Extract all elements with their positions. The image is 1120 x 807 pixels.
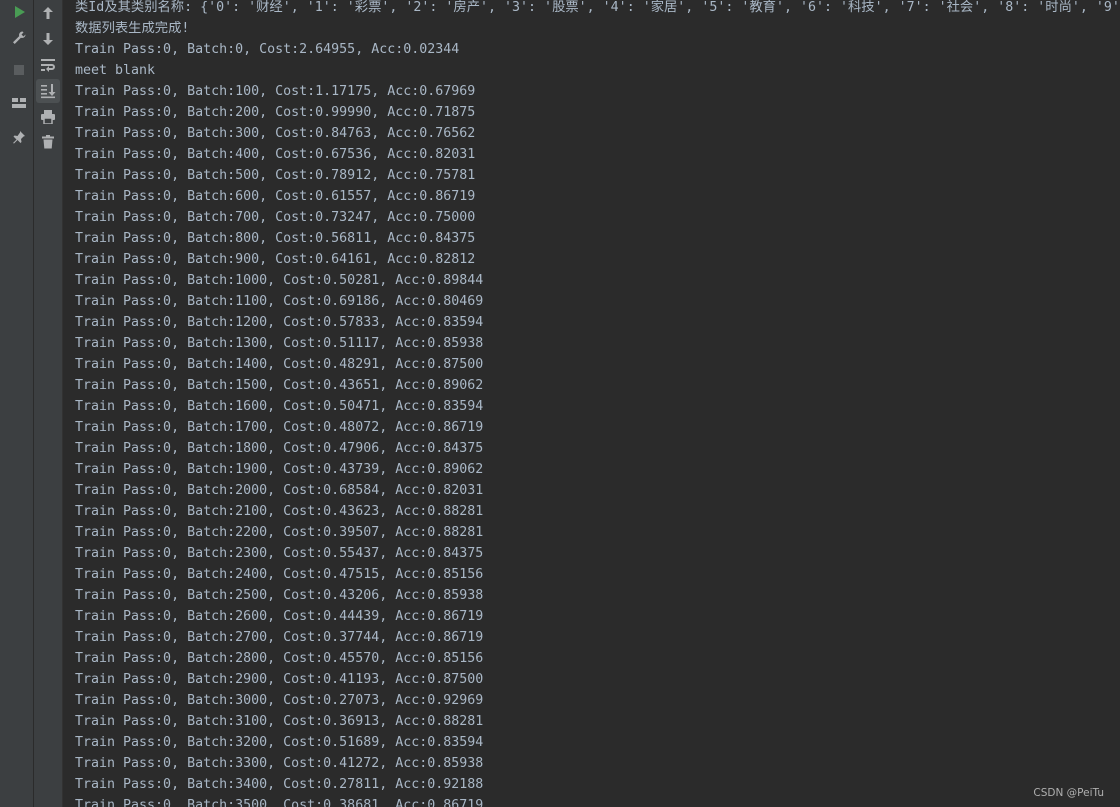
console-line: Train Pass:0, Batch:2000, Cost:0.68584, …	[75, 483, 484, 498]
console-line: Train Pass:0, Batch:3000, Cost:0.27073, …	[75, 693, 484, 708]
watermark: CSDN @PeiTu	[1033, 787, 1104, 799]
arrow-down-icon	[43, 33, 53, 45]
console-line: Train Pass:0, Batch:2500, Cost:0.43206, …	[75, 588, 484, 603]
console-line: Train Pass:0, Batch:1400, Cost:0.48291, …	[75, 357, 484, 372]
console-line: Train Pass:0, Batch:2400, Cost:0.47515, …	[75, 567, 484, 582]
console-line: Train Pass:0, Batch:3100, Cost:0.36913, …	[75, 714, 484, 729]
run-console-window: 类Id及其类别名称: {'0': '财经', '1': '彩票', '2': '…	[0, 0, 1120, 807]
arrow-up-icon	[43, 7, 53, 19]
print-button[interactable]	[36, 105, 60, 129]
run-toolbar	[5, 0, 34, 807]
console-line: meet blank	[75, 63, 156, 78]
console-line: Train Pass:0, Batch:300, Cost:0.84763, A…	[75, 126, 476, 141]
console-line: Train Pass:0, Batch:2100, Cost:0.43623, …	[75, 504, 484, 519]
console-line: Train Pass:0, Batch:0, Cost:2.64955, Acc…	[75, 42, 460, 57]
pin-tab-button[interactable]	[7, 125, 31, 149]
console-line: Train Pass:0, Batch:3500, Cost:0.38681, …	[75, 798, 484, 807]
console-line: Train Pass:0, Batch:2300, Cost:0.55437, …	[75, 546, 484, 561]
settings-button[interactable]	[7, 26, 31, 50]
restore-layout-button[interactable]	[7, 91, 31, 115]
console-line: Train Pass:0, Batch:600, Cost:0.61557, A…	[75, 189, 476, 204]
console-line: Train Pass:0, Batch:1600, Cost:0.50471, …	[75, 399, 484, 414]
console-line: 类Id及其类别名称: {'0': '财经', '1': '彩票', '2': '…	[75, 0, 1120, 15]
console-line: Train Pass:0, Batch:2600, Cost:0.44439, …	[75, 609, 484, 624]
next-occurrence-button[interactable]	[36, 27, 60, 51]
wrench-icon	[13, 31, 26, 44]
console-line: Train Pass:0, Batch:200, Cost:0.99990, A…	[75, 105, 476, 120]
console-line: 数据列表生成完成!	[75, 21, 190, 36]
trash-icon	[42, 135, 54, 149]
console-line: Train Pass:0, Batch:3300, Cost:0.41272, …	[75, 756, 484, 771]
stop-icon	[14, 65, 24, 75]
soft-wrap-button[interactable]	[36, 53, 60, 77]
console-toolbar	[34, 0, 63, 807]
pin-icon	[13, 131, 25, 144]
console-line: Train Pass:0, Batch:3400, Cost:0.27811, …	[75, 777, 484, 792]
stop-button[interactable]	[7, 58, 31, 82]
previous-occurrence-button[interactable]	[36, 1, 60, 25]
console-line: Train Pass:0, Batch:2700, Cost:0.37744, …	[75, 630, 484, 645]
console-line: Train Pass:0, Batch:1100, Cost:0.69186, …	[75, 294, 484, 309]
console-line: Train Pass:0, Batch:2200, Cost:0.39507, …	[75, 525, 484, 540]
soft-wrap-icon	[41, 59, 55, 72]
console-line: Train Pass:0, Batch:1200, Cost:0.57833, …	[75, 315, 484, 330]
console-line: Train Pass:0, Batch:1300, Cost:0.51117, …	[75, 336, 484, 351]
rerun-button[interactable]	[7, 0, 31, 24]
run-icon	[15, 6, 25, 18]
console-line: Train Pass:0, Batch:900, Cost:0.64161, A…	[75, 252, 476, 267]
console-line: Train Pass:0, Batch:2800, Cost:0.45570, …	[75, 651, 484, 666]
console-line: Train Pass:0, Batch:1500, Cost:0.43651, …	[75, 378, 484, 393]
console-line: Train Pass:0, Batch:100, Cost:1.17175, A…	[75, 84, 476, 99]
console-line: Train Pass:0, Batch:1000, Cost:0.50281, …	[75, 273, 484, 288]
console-line: Train Pass:0, Batch:1700, Cost:0.48072, …	[75, 420, 484, 435]
console-line: Train Pass:0, Batch:500, Cost:0.78912, A…	[75, 168, 476, 183]
console-line: Train Pass:0, Batch:400, Cost:0.67536, A…	[75, 147, 476, 162]
console-output[interactable]: 类Id及其类别名称: {'0': '财经', '1': '彩票', '2': '…	[63, 0, 1120, 807]
console-line: Train Pass:0, Batch:1800, Cost:0.47906, …	[75, 441, 484, 456]
console-log: 类Id及其类别名称: {'0': '财经', '1': '彩票', '2': '…	[75, 0, 1120, 807]
console-line: Train Pass:0, Batch:1900, Cost:0.43739, …	[75, 462, 484, 477]
console-line: Train Pass:0, Batch:800, Cost:0.56811, A…	[75, 231, 476, 246]
print-icon	[41, 110, 55, 124]
console-line: Train Pass:0, Batch:700, Cost:0.73247, A…	[75, 210, 476, 225]
layout-icon	[12, 98, 26, 108]
scroll-to-end-icon	[41, 84, 56, 99]
console-line: Train Pass:0, Batch:3200, Cost:0.51689, …	[75, 735, 484, 750]
scroll-to-end-button[interactable]	[36, 79, 60, 103]
console-line: Train Pass:0, Batch:2900, Cost:0.41193, …	[75, 672, 484, 687]
clear-all-button[interactable]	[36, 130, 60, 154]
